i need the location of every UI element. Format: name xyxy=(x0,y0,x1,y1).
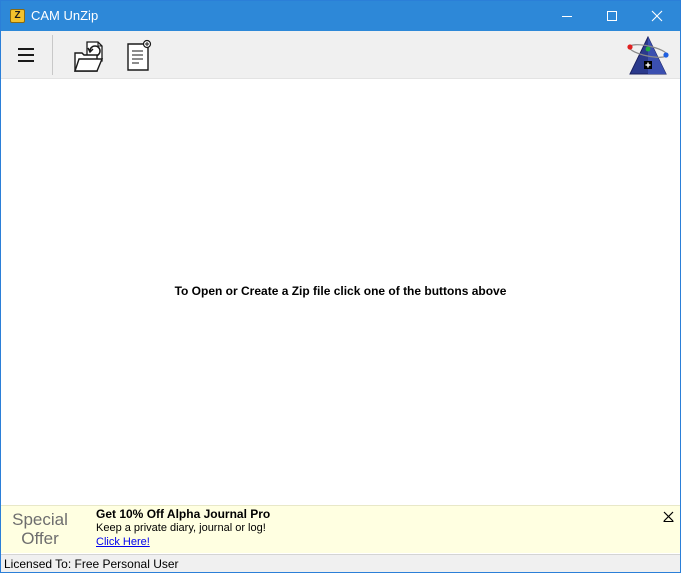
main-content-area[interactable]: To Open or Create a Zip file click one o… xyxy=(1,79,680,505)
offer-description: Keep a private diary, journal or log! xyxy=(96,522,266,534)
open-zip-button[interactable] xyxy=(71,37,109,75)
maximize-button[interactable] xyxy=(589,1,635,31)
minimize-icon xyxy=(562,16,572,17)
logo-icon xyxy=(627,35,669,75)
app-window: Z CAM UnZip To Open or Create a Zip file… xyxy=(0,0,681,573)
status-bar: Licensed To: Free Personal User xyxy=(1,554,680,572)
special-offer-label-line1: Special xyxy=(12,510,68,529)
hamburger-icon xyxy=(18,48,34,62)
special-offer-label-line2: Offer xyxy=(21,529,59,548)
app-zip-icon[interactable]: Z xyxy=(10,9,25,23)
special-offer-label: Special Offer xyxy=(4,510,76,548)
close-button[interactable] xyxy=(634,1,680,31)
menu-button[interactable] xyxy=(13,42,39,68)
new-zip-button[interactable] xyxy=(121,37,155,75)
offer-title: Get 10% Off Alpha Journal Pro xyxy=(96,507,271,521)
special-offer-banner: Special Offer Get 10% Off Alpha Journal … xyxy=(1,505,680,553)
new-document-icon xyxy=(127,39,152,71)
title-bar[interactable]: Z CAM UnZip xyxy=(1,1,680,31)
close-icon xyxy=(651,10,663,22)
empty-state-hint: To Open or Create a Zip file click one o… xyxy=(174,284,507,298)
offer-link[interactable]: Click Here! xyxy=(96,536,150,548)
minimize-button[interactable] xyxy=(544,1,590,31)
close-icon xyxy=(663,511,674,522)
pyramid-atom-logo[interactable] xyxy=(625,34,671,78)
window-title: CAM UnZip xyxy=(31,8,99,23)
maximize-icon xyxy=(607,11,617,21)
license-status: Licensed To: Free Personal User xyxy=(4,557,179,571)
close-offer-button[interactable] xyxy=(663,509,674,522)
open-folder-icon xyxy=(74,41,104,72)
toolbar xyxy=(1,31,680,79)
toolbar-separator xyxy=(52,35,53,75)
